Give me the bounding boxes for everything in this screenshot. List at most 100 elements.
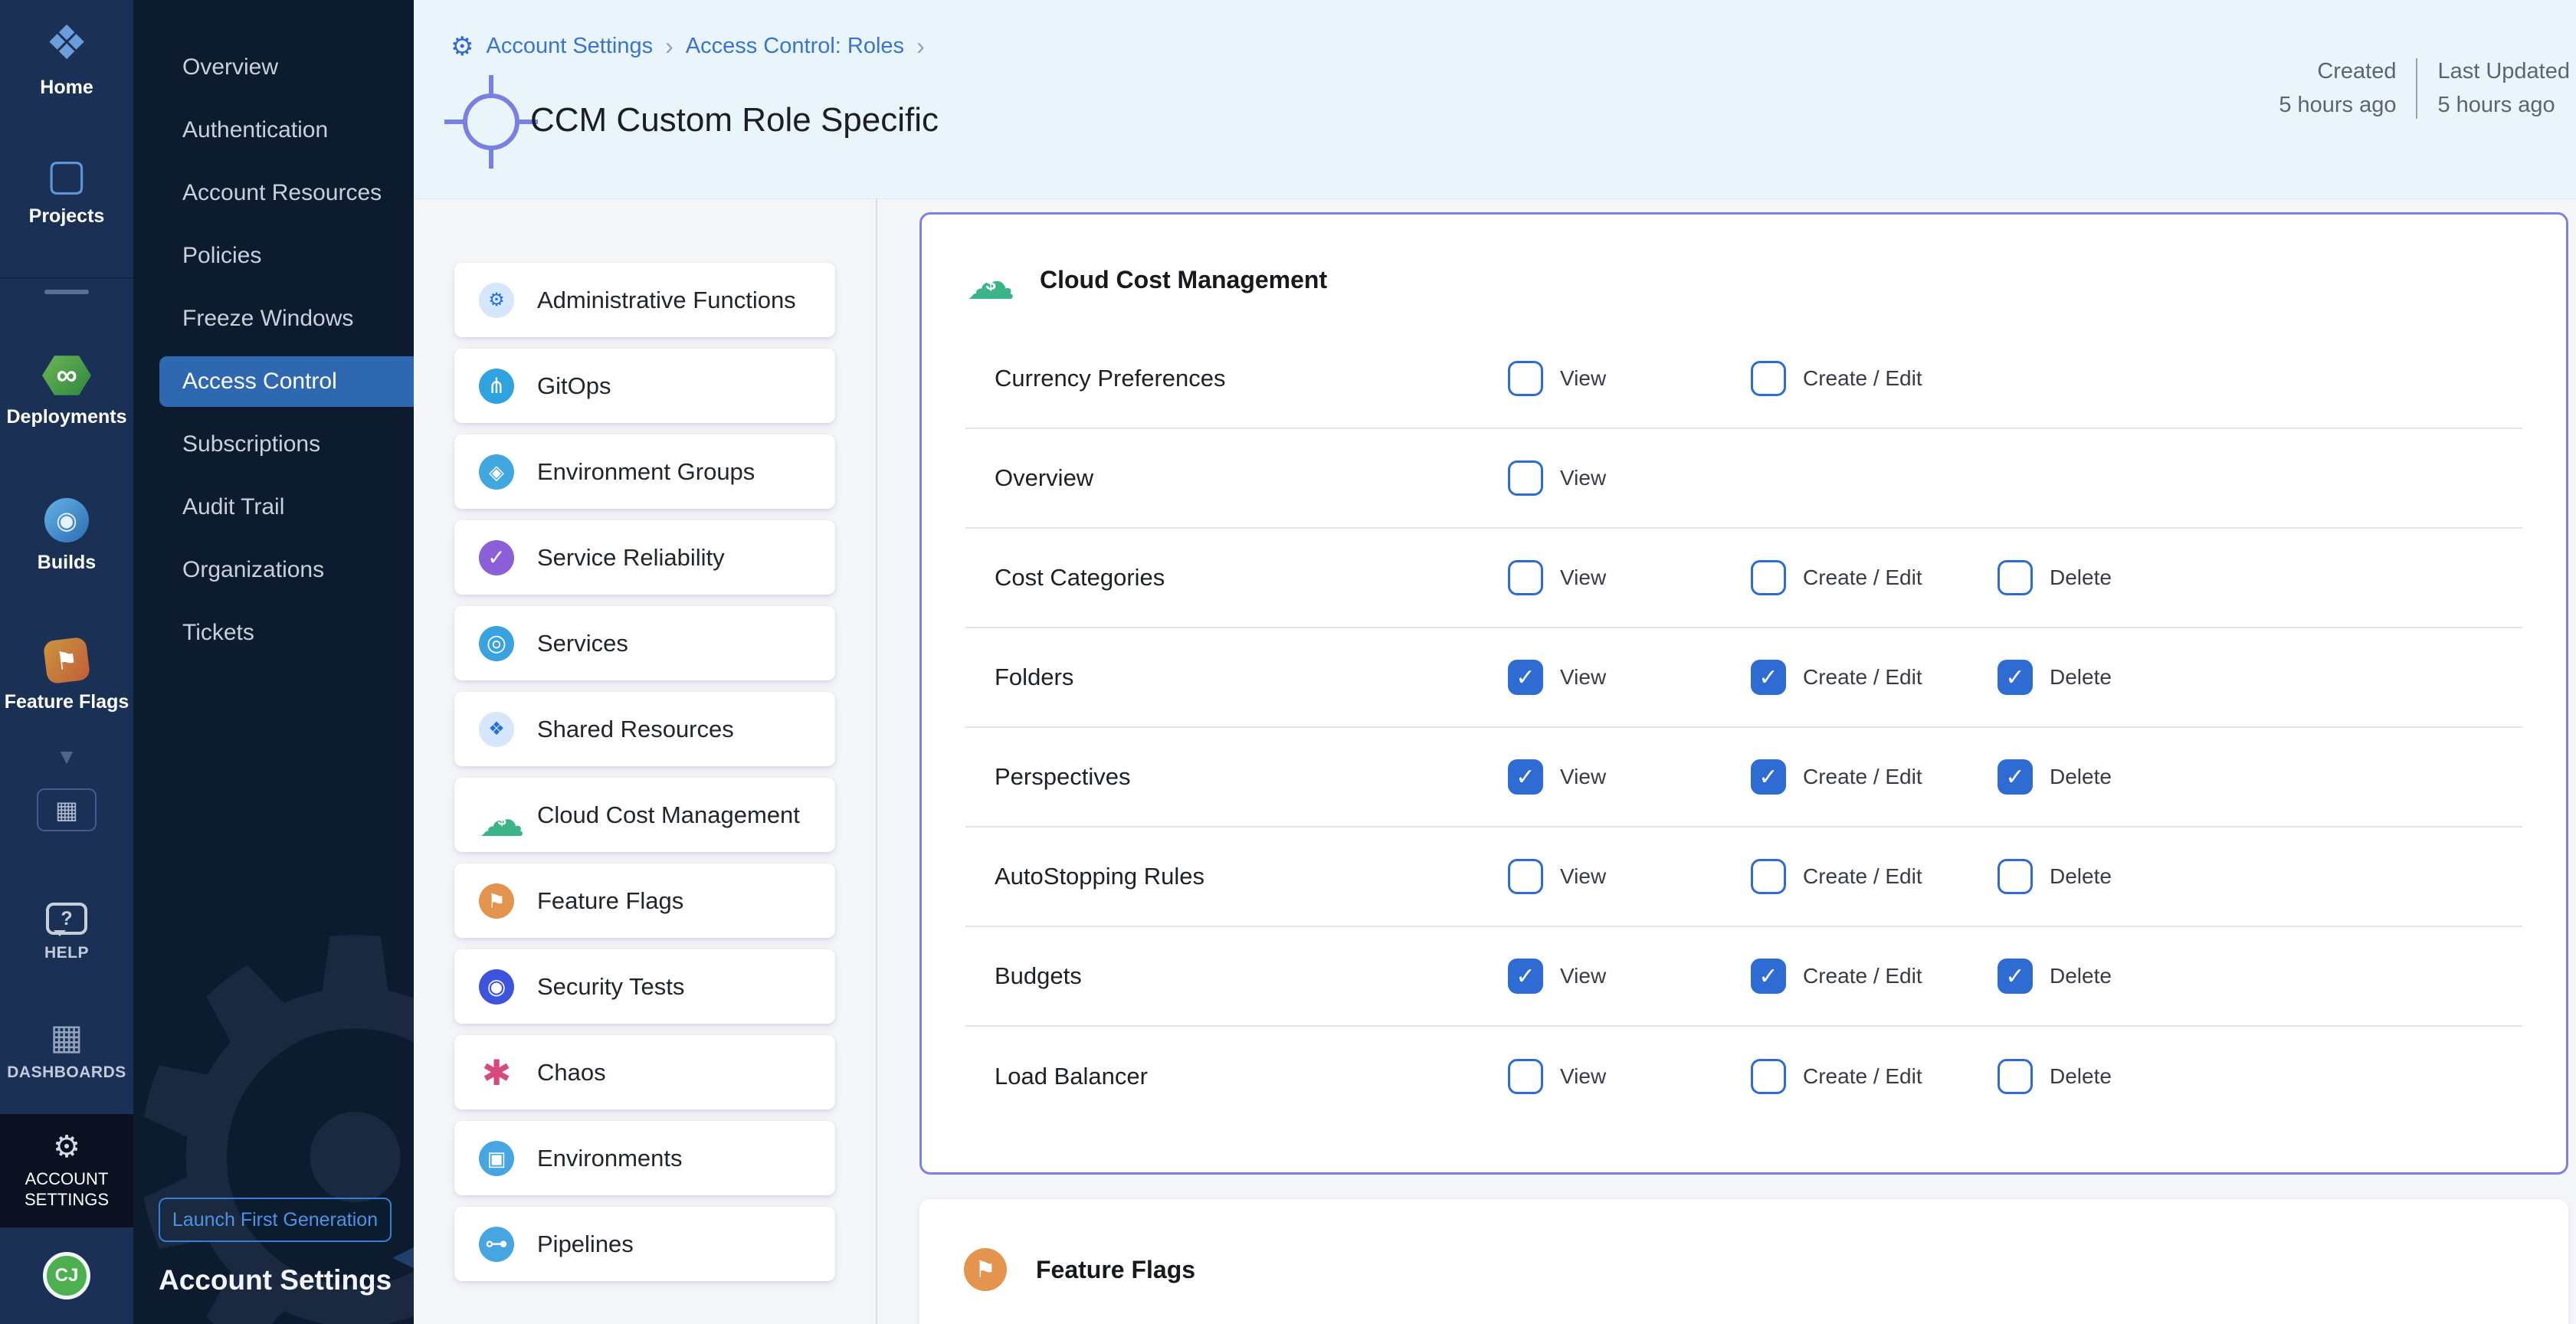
resource-category-item[interactable]: ☁ $ Cloud Cost Management bbox=[454, 778, 835, 852]
resource-category-item[interactable]: ✱ Chaos bbox=[454, 1035, 835, 1109]
collapse-sidebar-icon[interactable]: ◀ bbox=[392, 1240, 414, 1272]
permission-checkbox[interactable] bbox=[1751, 859, 1786, 894]
rail-item-help[interactable]: ? HELP bbox=[0, 903, 133, 962]
settings-sidebar: ⚙ Overview Authentication Account Resour… bbox=[133, 0, 414, 1324]
resource-category-label: Security Tests bbox=[537, 973, 684, 1001]
rail-item-feature-flags[interactable]: ⚑ Feature Flags bbox=[0, 639, 133, 713]
gear-icon: ⚙ bbox=[53, 1132, 80, 1162]
chevron-down-icon[interactable]: ▼ bbox=[0, 745, 133, 769]
sidebar-item-label: Freeze Windows bbox=[133, 287, 414, 350]
sidebar-item[interactable]: Account Resources bbox=[133, 162, 414, 224]
permission-checkbox-label: Create / Edit bbox=[1803, 366, 1922, 391]
sidebar-item[interactable]: Policies bbox=[133, 224, 414, 287]
permission-row-label: Overview bbox=[995, 464, 1093, 492]
permission-cell: View bbox=[1508, 560, 1606, 595]
sidebar-item[interactable]: Overview bbox=[133, 36, 414, 99]
permission-checkbox-label: View bbox=[1560, 366, 1606, 391]
rail-dash-divider bbox=[44, 290, 89, 294]
permission-cell: Delete bbox=[1998, 660, 2112, 695]
permission-checkbox-label: Create / Edit bbox=[1803, 864, 1922, 889]
permission-checkbox[interactable] bbox=[1508, 361, 1543, 396]
permission-checkbox[interactable] bbox=[1998, 959, 2033, 994]
sidebar-title: Account Settings bbox=[159, 1264, 392, 1296]
permission-row-label: Budgets bbox=[995, 962, 1082, 990]
permission-checkbox[interactable] bbox=[1751, 560, 1786, 595]
module-grid-button[interactable]: ▦ bbox=[37, 788, 97, 831]
permission-cell: Create / Edit bbox=[1751, 361, 1922, 396]
breadcrumb-access-control-roles[interactable]: Access Control: Roles bbox=[686, 34, 904, 59]
permission-checkbox-label: View bbox=[1560, 466, 1606, 490]
resource-category-item[interactable]: ◎ Services bbox=[454, 606, 835, 680]
permission-cell: View bbox=[1508, 759, 1606, 795]
permission-checkbox[interactable] bbox=[1508, 660, 1543, 695]
permission-checkbox[interactable] bbox=[1508, 460, 1543, 496]
rail-item-projects[interactable]: ▢ Projects bbox=[0, 153, 133, 228]
permission-checkbox[interactable] bbox=[1508, 759, 1543, 795]
resource-category-item[interactable]: ⚑ Feature Flags bbox=[454, 864, 835, 938]
resource-category-list: ⚙ Administrative Functions ⋔ GitOps bbox=[454, 263, 835, 1281]
sidebar-item[interactable]: Authentication bbox=[133, 99, 414, 162]
permission-cell: View bbox=[1508, 859, 1606, 894]
rail-item-builds[interactable]: ◉ Builds bbox=[0, 498, 133, 574]
permission-checkbox[interactable] bbox=[1998, 859, 2033, 894]
rail-item-label: Home bbox=[40, 77, 93, 99]
permission-checkbox-label: View bbox=[1560, 565, 1606, 590]
permission-checkbox[interactable] bbox=[1508, 959, 1543, 994]
permission-checkbox[interactable] bbox=[1508, 1059, 1543, 1094]
permission-cell: Delete bbox=[1998, 1059, 2112, 1094]
permission-checkbox[interactable] bbox=[1998, 560, 2033, 595]
rail-item-home[interactable]: ❖ Home bbox=[0, 20, 133, 99]
resource-category-icon: ◎ bbox=[479, 626, 514, 661]
permission-row: Load Balancer View bbox=[965, 1027, 2522, 1126]
permission-checkbox[interactable] bbox=[1998, 1059, 2033, 1094]
permission-checkbox[interactable] bbox=[1508, 859, 1543, 894]
cloud-dollar-icon: ☁ $ bbox=[966, 257, 1011, 302]
sidebar-item-label: Authentication bbox=[133, 99, 414, 162]
sidebar-item[interactable]: Organizations bbox=[133, 539, 414, 601]
resource-category-label: Feature Flags bbox=[537, 887, 683, 915]
resource-category-item[interactable]: ◈ Environment Groups bbox=[454, 434, 835, 509]
resource-category-label: Cloud Cost Management bbox=[537, 801, 800, 829]
permission-checkbox[interactable] bbox=[1751, 759, 1786, 795]
permission-checkbox[interactable] bbox=[1751, 660, 1786, 695]
rail-item-label: Projects bbox=[29, 205, 105, 228]
settings-gear-icon: ⚙ bbox=[451, 34, 474, 60]
permission-checkbox[interactable] bbox=[1751, 959, 1786, 994]
sidebar-item[interactable]: Freeze Windows bbox=[133, 287, 414, 350]
resource-category-item[interactable]: ⋔ GitOps bbox=[454, 349, 835, 423]
created-value: 5 hours ago bbox=[2279, 89, 2396, 123]
cube-icon: ▢ bbox=[47, 153, 87, 196]
avatar[interactable]: CJ bbox=[43, 1252, 90, 1299]
rail-item-dashboards[interactable]: ▦ DASHBOARDS bbox=[0, 1019, 133, 1082]
permission-checkbox[interactable] bbox=[1751, 361, 1786, 396]
permission-cell: Delete bbox=[1998, 859, 2112, 894]
launch-first-generation-button[interactable]: Launch First Generation bbox=[159, 1198, 392, 1242]
permission-row-label: AutoStopping Rules bbox=[995, 863, 1204, 890]
permission-checkbox[interactable] bbox=[1508, 560, 1543, 595]
rail-item-account-settings[interactable]: ⚙ ACCOUNT SETTINGS bbox=[0, 1114, 133, 1227]
permission-checkbox[interactable] bbox=[1998, 759, 2033, 795]
gear-watermark: ⚙ bbox=[133, 864, 414, 1324]
permission-cell: Create / Edit bbox=[1751, 859, 1922, 894]
resource-category-item[interactable]: ✓ Service Reliability bbox=[454, 520, 835, 595]
breadcrumb-account-settings[interactable]: Account Settings bbox=[486, 34, 653, 59]
resource-category-item[interactable]: ❖ Shared Resources bbox=[454, 692, 835, 766]
permission-checkbox-label: View bbox=[1560, 765, 1606, 789]
permission-checkbox-label: Delete bbox=[2050, 565, 2112, 590]
sidebar-item[interactable]: Tickets bbox=[133, 601, 414, 664]
permission-checkbox[interactable] bbox=[1998, 660, 2033, 695]
resource-category-item[interactable]: ◉ Security Tests bbox=[454, 949, 835, 1024]
sidebar-item[interactable]: Audit Trail bbox=[133, 476, 414, 539]
resource-category-item[interactable]: ⊶ Pipelines bbox=[454, 1207, 835, 1281]
sidebar-item[interactable]: Subscriptions bbox=[133, 413, 414, 476]
sidebar-item[interactable]: Access Control bbox=[133, 350, 414, 413]
sidebar-menu: Overview Authentication Account Resource… bbox=[133, 36, 414, 664]
resource-category-item[interactable]: ▣ Environments bbox=[454, 1121, 835, 1195]
permission-checkbox[interactable] bbox=[1751, 1059, 1786, 1094]
resource-category-item[interactable]: ⚙ Administrative Functions bbox=[454, 263, 835, 337]
resource-category-icon: ⚙ bbox=[479, 283, 514, 318]
sidebar-item-label: Audit Trail bbox=[133, 476, 414, 539]
panel-header: ☁ $ Cloud Cost Management bbox=[922, 215, 2566, 302]
resource-category-label: Pipelines bbox=[537, 1231, 634, 1258]
rail-item-deployments[interactable]: ∞ Deployments bbox=[0, 354, 133, 428]
